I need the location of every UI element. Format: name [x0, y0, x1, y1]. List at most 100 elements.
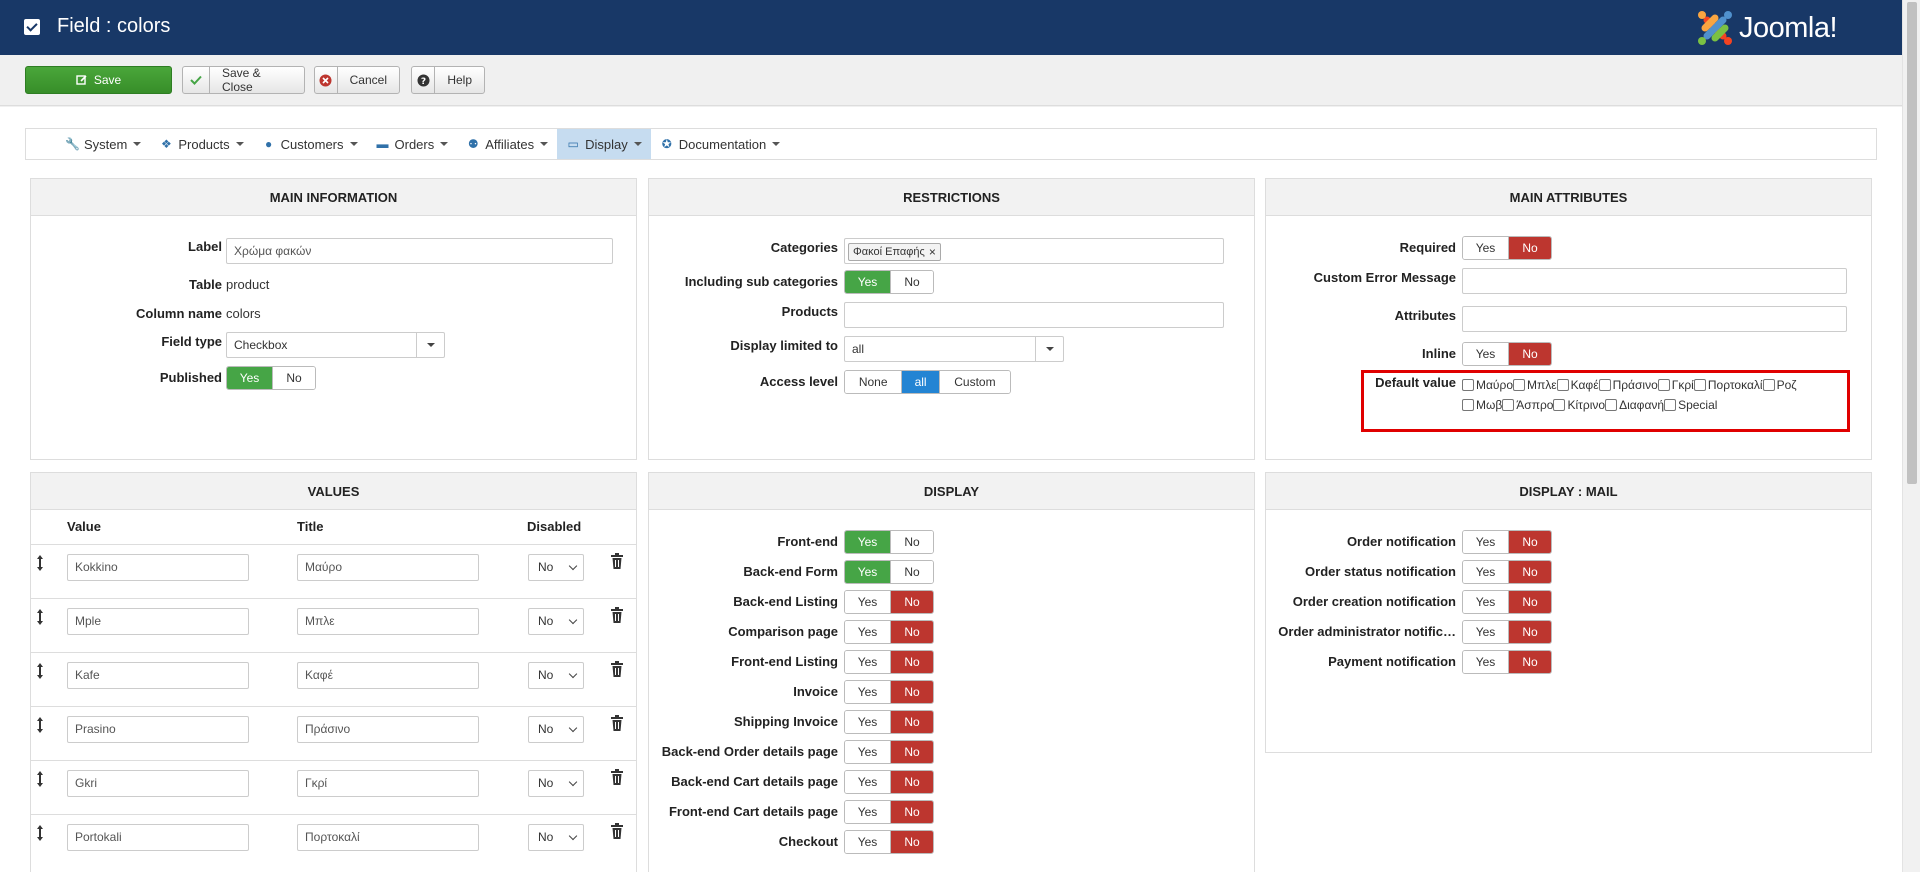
menu-display[interactable]: ▭ Display	[557, 129, 651, 159]
checkbox[interactable]	[1598, 379, 1611, 391]
default-option[interactable]: Κίτρινο	[1553, 398, 1605, 412]
toggle-no[interactable]: No	[889, 831, 933, 853]
value-input[interactable]: Mple	[67, 608, 249, 635]
scrollbar-thumb[interactable]	[1907, 2, 1917, 484]
toggle-yes[interactable]: Yes	[1463, 591, 1508, 613]
yes-no-toggle[interactable]: Yes No	[844, 740, 934, 764]
menu-orders[interactable]: ▬ Orders	[367, 129, 458, 159]
toggle-yes[interactable]: Yes	[1463, 561, 1508, 583]
toggle-yes[interactable]: Yes	[845, 561, 890, 583]
checkbox[interactable]	[1553, 399, 1566, 411]
value-input[interactable]: Kokkino	[67, 554, 249, 581]
toggle-yes[interactable]: Yes	[845, 591, 890, 613]
drag-handle-icon[interactable]	[35, 553, 45, 573]
default-option[interactable]: Καφέ	[1556, 378, 1599, 392]
inline-toggle[interactable]: Yes No	[1462, 342, 1552, 366]
toggle-no[interactable]: No	[1507, 531, 1551, 553]
cancel-button[interactable]: Cancel	[314, 66, 400, 94]
toggle-no[interactable]: No	[889, 621, 933, 643]
toggle-yes[interactable]: Yes	[845, 621, 890, 643]
toggle-no[interactable]: No	[889, 741, 933, 763]
published-yes[interactable]: Yes	[227, 367, 272, 389]
field-type-select[interactable]: Checkbox	[226, 332, 445, 358]
subcategories-no[interactable]: No	[889, 271, 933, 293]
toggle-yes[interactable]: Yes	[845, 801, 890, 823]
title-input[interactable]: Μπλε	[297, 608, 479, 635]
access-none[interactable]: None	[845, 371, 902, 393]
title-input[interactable]: Πορτοκαλί	[297, 824, 479, 851]
default-option[interactable]: Μπλε	[1513, 378, 1557, 392]
page-scrollbar[interactable]	[1902, 0, 1920, 872]
drag-handle-icon[interactable]	[35, 769, 45, 789]
toggle-no[interactable]: No	[889, 681, 933, 703]
toggle-no[interactable]: No	[1507, 591, 1551, 613]
toggle-no[interactable]: No	[889, 711, 933, 733]
title-input[interactable]: Πράσινο	[297, 716, 479, 743]
yes-no-toggle[interactable]: Yes No	[844, 770, 934, 794]
title-input[interactable]: Γκρί	[297, 770, 479, 797]
inline-yes[interactable]: Yes	[1463, 343, 1508, 365]
yes-no-toggle[interactable]: Yes No	[1462, 530, 1552, 554]
toggle-no[interactable]: No	[889, 531, 933, 553]
trash-icon[interactable]	[611, 607, 623, 623]
required-no[interactable]: No	[1507, 237, 1551, 259]
toggle-no[interactable]: No	[889, 651, 933, 673]
required-toggle[interactable]: Yes No	[1462, 236, 1552, 260]
toggle-yes[interactable]: Yes	[1463, 621, 1508, 643]
toggle-yes[interactable]: Yes	[845, 711, 890, 733]
checkbox[interactable]	[1693, 379, 1706, 391]
trash-icon[interactable]	[611, 715, 623, 731]
toggle-yes[interactable]: Yes	[845, 831, 890, 853]
yes-no-toggle[interactable]: Yes No	[844, 830, 934, 854]
required-yes[interactable]: Yes	[1463, 237, 1508, 259]
yes-no-toggle[interactable]: Yes No	[844, 560, 934, 584]
published-no[interactable]: No	[271, 367, 315, 389]
toggle-yes[interactable]: Yes	[845, 651, 890, 673]
checkbox[interactable]	[1462, 399, 1474, 411]
default-option[interactable]: Μαύρο	[1462, 378, 1513, 392]
disabled-select[interactable]: No	[528, 770, 584, 797]
yes-no-toggle[interactable]: Yes No	[1462, 590, 1552, 614]
display-limited-select[interactable]: all	[844, 336, 1064, 362]
default-option[interactable]: Ροζ	[1762, 378, 1797, 392]
yes-no-toggle[interactable]: Yes No	[844, 650, 934, 674]
yes-no-toggle[interactable]: Yes No	[844, 710, 934, 734]
menu-system[interactable]: 🔧 System	[56, 129, 150, 159]
attributes-input[interactable]	[1462, 306, 1847, 332]
toggle-yes[interactable]: Yes	[845, 771, 890, 793]
trash-icon[interactable]	[611, 769, 623, 785]
disabled-select[interactable]: No	[528, 608, 584, 635]
default-option[interactable]: Πράσινο	[1598, 378, 1658, 392]
toggle-no[interactable]: No	[889, 591, 933, 613]
default-option[interactable]: Μωβ	[1462, 398, 1502, 412]
custom-error-input[interactable]	[1462, 268, 1847, 294]
checkbox[interactable]	[1556, 379, 1569, 391]
default-option[interactable]: Special	[1664, 398, 1717, 412]
toggle-yes[interactable]: Yes	[845, 681, 890, 703]
subcategories-yes[interactable]: Yes	[845, 271, 890, 293]
access-custom[interactable]: Custom	[938, 371, 1010, 393]
drag-handle-icon[interactable]	[35, 715, 45, 735]
default-option[interactable]: Διαφανή	[1605, 398, 1664, 412]
toggle-yes[interactable]: Yes	[845, 741, 890, 763]
checkbox[interactable]	[1657, 379, 1670, 391]
trash-icon[interactable]	[611, 823, 623, 839]
drag-handle-icon[interactable]	[35, 661, 45, 681]
checkbox[interactable]	[1513, 379, 1525, 391]
save-button[interactable]: Save	[25, 66, 172, 94]
checkbox[interactable]	[1605, 399, 1618, 411]
trash-icon[interactable]	[611, 553, 623, 569]
toggle-no[interactable]: No	[1507, 561, 1551, 583]
menu-documentation[interactable]: ✪ Documentation	[651, 129, 789, 159]
drag-handle-icon[interactable]	[35, 607, 45, 627]
title-input[interactable]: Μαύρο	[297, 554, 479, 581]
help-button[interactable]: ? Help	[411, 66, 485, 94]
yes-no-toggle[interactable]: Yes No	[1462, 560, 1552, 584]
subcategories-toggle[interactable]: Yes No	[844, 270, 934, 294]
menu-products[interactable]: ❖ Products	[150, 129, 252, 159]
toggle-no[interactable]: No	[1507, 621, 1551, 643]
access-all[interactable]: all	[901, 371, 939, 393]
categories-input[interactable]: Φακοί Επαφής ×	[844, 238, 1224, 264]
yes-no-toggle[interactable]: Yes No	[844, 590, 934, 614]
default-option[interactable]: Άσπρο	[1502, 398, 1553, 412]
